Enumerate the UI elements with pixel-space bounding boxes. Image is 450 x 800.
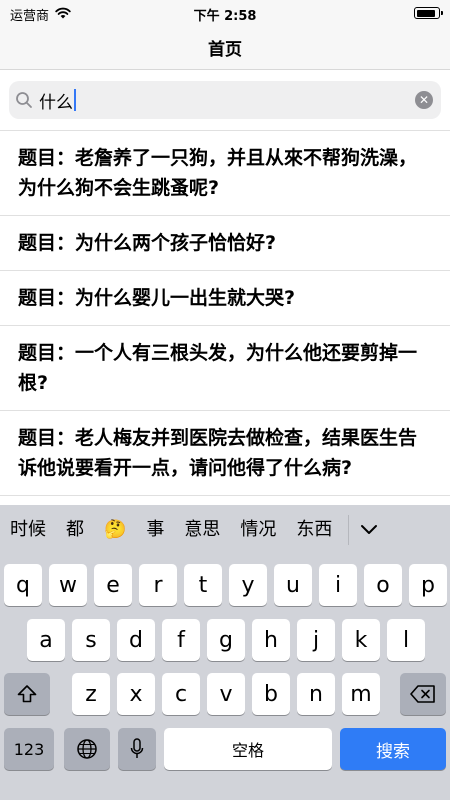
shift-key[interactable] — [4, 673, 50, 715]
globe-icon — [77, 739, 97, 759]
key-k[interactable]: k — [342, 619, 380, 661]
key-e[interactable]: e — [94, 564, 132, 606]
search-input[interactable]: 什么 ✕ — [9, 81, 441, 119]
navigation-bar: 首页 — [0, 26, 450, 70]
numbers-key[interactable]: 123 — [4, 728, 54, 770]
search-area: 什么 ✕ — [0, 70, 450, 130]
key-v[interactable]: v — [207, 673, 245, 715]
globe-key[interactable] — [64, 728, 110, 770]
key-z[interactable]: z — [72, 673, 110, 715]
list-item[interactable]: 题目：为什么婴儿一出生就大哭? — [0, 271, 450, 326]
key-y[interactable]: y — [229, 564, 267, 606]
key-a[interactable]: a — [27, 619, 65, 661]
status-bar: 运营商 下午 2:58 — [0, 0, 450, 26]
candidate-word[interactable]: 都 — [56, 505, 94, 555]
key-n[interactable]: n — [297, 673, 335, 715]
status-time: 下午 2:58 — [193, 9, 257, 24]
candidate-word[interactable]: 🤔 — [94, 505, 136, 555]
candidate-word[interactable]: 情况 — [230, 505, 286, 555]
key-j[interactable]: j — [297, 619, 335, 661]
key-i[interactable]: i — [319, 564, 357, 606]
shift-icon — [17, 685, 37, 703]
key-t[interactable]: t — [184, 564, 222, 606]
key-f[interactable]: f — [162, 619, 200, 661]
key-d[interactable]: d — [117, 619, 155, 661]
key-w[interactable]: w — [49, 564, 87, 606]
candidate-bar: 时候都 🤔 事意思 情况 东西 — [0, 505, 450, 555]
key-c[interactable]: c — [162, 673, 200, 715]
key-s[interactable]: s — [72, 619, 110, 661]
keyboard: 时候都 🤔 事意思 情况 东西 q w e r t y u i o p a s d f g h j k l z x c v b n m 12… — [0, 505, 450, 800]
key-u[interactable]: u — [274, 564, 312, 606]
page-title: 首页 — [208, 40, 242, 60]
key-o[interactable]: o — [364, 564, 402, 606]
search-query: 什么 — [39, 92, 73, 113]
key-r[interactable]: r — [139, 564, 177, 606]
key-p[interactable]: p — [409, 564, 447, 606]
microphone-key[interactable] — [118, 728, 156, 770]
backspace-icon — [410, 685, 435, 703]
key-h[interactable]: h — [252, 619, 290, 661]
key-q[interactable]: q — [4, 564, 42, 606]
key-m[interactable]: m — [342, 673, 380, 715]
key-b[interactable]: b — [252, 673, 290, 715]
list-item[interactable]: 题目：一个人有三根头发，为什么他还要剪掉一根? — [0, 326, 450, 411]
battery-fill — [416, 9, 435, 17]
candidate-word[interactable]: 时候 — [0, 505, 56, 555]
candidate-word[interactable]: 事 — [136, 505, 174, 555]
battery-icon — [414, 7, 443, 19]
key-x[interactable]: x — [117, 673, 155, 715]
microphone-icon — [130, 738, 144, 758]
key-g[interactable]: g — [207, 619, 245, 661]
clear-icon[interactable]: ✕ — [415, 91, 433, 109]
search-button[interactable]: 搜索 — [340, 728, 446, 770]
text-cursor — [74, 89, 76, 111]
result-list: 题目：老詹养了一只狗，并且从來不帮狗洗澡，为什么狗不会生跳蚤呢? 题目：为什么两个… — [0, 130, 450, 505]
delete-key[interactable] — [400, 673, 446, 715]
list-item[interactable]: 题目：老人梅友并到医院去做检查，结果医生告诉他说要看开一点，请问他得了什么病? — [0, 411, 450, 496]
search-icon — [9, 91, 39, 109]
list-item[interactable]: 题目：老詹养了一只狗，并且从來不帮狗洗澡，为什么狗不会生跳蚤呢? — [0, 131, 450, 216]
candidate-word[interactable]: 意思 — [174, 505, 230, 555]
key-l[interactable]: l — [387, 619, 425, 661]
candidate-word[interactable]: 东西 — [286, 505, 342, 555]
space-key[interactable]: 空格 — [164, 728, 332, 770]
chevron-down-icon[interactable] — [349, 520, 389, 541]
list-item[interactable]: 题目：为什么两个孩子恰恰好? — [0, 216, 450, 271]
